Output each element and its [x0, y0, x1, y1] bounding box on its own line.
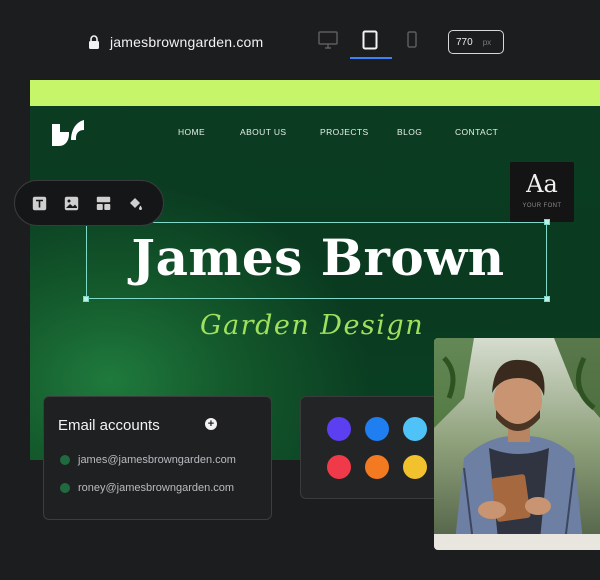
announcement-bar: [30, 80, 600, 106]
hero-title[interactable]: James Brown: [88, 226, 548, 290]
layout-icon[interactable]: [95, 195, 111, 211]
resize-handle-bottom-right[interactable]: [544, 296, 550, 302]
font-picker-card[interactable]: Aa YOUR FONT: [510, 162, 574, 222]
text-icon[interactable]: [31, 195, 47, 211]
element-toolbar: [14, 180, 164, 226]
hero-subtitle: Garden Design: [200, 310, 425, 341]
editor-topbar: jamesbrowngarden.com 770 px: [0, 0, 600, 80]
tablet-icon[interactable]: [358, 28, 382, 52]
gardener-photo: [434, 338, 600, 550]
font-sample: Aa: [526, 170, 558, 198]
resize-handle-top-right[interactable]: [544, 219, 550, 225]
image-icon[interactable]: [63, 195, 79, 211]
font-label: YOUR FONT: [522, 203, 562, 209]
email-row[interactable]: roney@jamesbrowngarden.com: [60, 482, 234, 494]
width-value: 770: [456, 36, 473, 48]
site-logo[interactable]: [50, 118, 86, 148]
lock-icon: [88, 35, 100, 49]
active-device-indicator: [350, 57, 392, 59]
paint-bucket-icon[interactable]: [127, 195, 143, 211]
nav-home[interactable]: HOME: [178, 127, 205, 137]
width-input[interactable]: 770 px: [448, 30, 504, 54]
email-row[interactable]: james@jamesbrowngarden.com: [60, 454, 236, 466]
color-swatch[interactable]: [365, 455, 389, 479]
email-card-heading: Email accounts: [58, 417, 160, 434]
email-address: roney@jamesbrowngarden.com: [78, 482, 235, 494]
nav-about-us[interactable]: ABOUT US: [240, 127, 287, 137]
color-swatch[interactable]: [365, 417, 389, 441]
nav-contact[interactable]: CONTACT: [455, 127, 498, 137]
color-swatch[interactable]: [327, 455, 351, 479]
add-email-button[interactable]: +: [205, 418, 217, 430]
status-dot: [60, 483, 70, 493]
color-swatch[interactable]: [403, 455, 427, 479]
nav-projects[interactable]: PROJECTS: [320, 127, 369, 137]
address-bar[interactable]: jamesbrowngarden.com: [88, 34, 263, 50]
color-swatch[interactable]: [327, 417, 351, 441]
site-url: jamesbrowngarden.com: [110, 34, 264, 50]
resize-handle-bottom-left[interactable]: [83, 296, 89, 302]
width-unit: px: [482, 37, 492, 47]
status-dot: [60, 455, 70, 465]
desktop-icon[interactable]: [316, 28, 340, 52]
color-swatch[interactable]: [403, 417, 427, 441]
email-address: james@jamesbrowngarden.com: [78, 454, 236, 466]
email-accounts-card: Email accounts + james@jamesbrowngarden.…: [43, 396, 272, 520]
nav-blog[interactable]: BLOG: [397, 127, 422, 137]
mobile-icon[interactable]: [400, 28, 424, 52]
